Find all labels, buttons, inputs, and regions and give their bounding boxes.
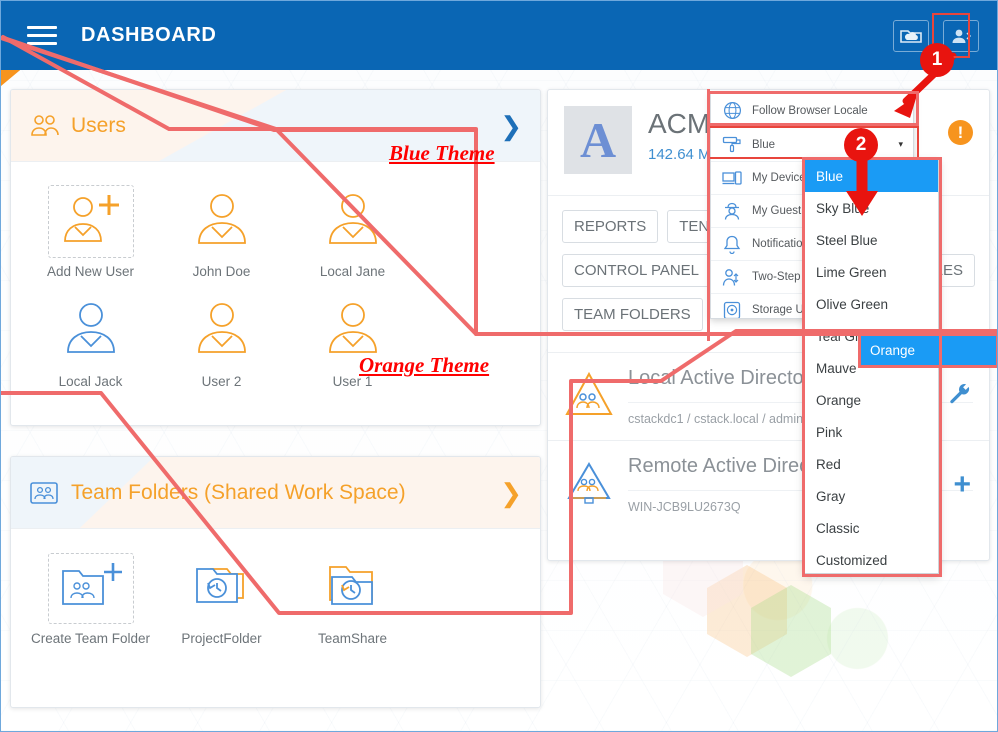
team-folders-panel-title: Team Folders (Shared Work Space) xyxy=(71,480,406,504)
team-folders-panel: Team Folders (Shared Work Space) ❯ Creat… xyxy=(10,456,541,708)
theme-option-customized[interactable]: Customized xyxy=(805,544,938,573)
users-panel-expand-chevron[interactable]: ❯ xyxy=(500,113,522,139)
menu-item-theme[interactable]: Blue ▾ xyxy=(711,128,913,162)
plus-icon[interactable]: + xyxy=(953,468,971,502)
tile-user-2[interactable]: User 2 xyxy=(156,286,287,396)
tenant-logo: A xyxy=(564,106,632,174)
theme-option-blue[interactable]: Blue xyxy=(805,160,938,192)
annotation-label-blue-theme: Blue Theme xyxy=(389,141,495,165)
tile-create-team-folder[interactable]: Create Team Folder xyxy=(25,543,156,653)
tile-label: Add New User xyxy=(46,264,135,279)
annotation-label-orange-theme: Orange Theme xyxy=(359,353,490,377)
user-icon xyxy=(191,298,253,363)
users-group-icon xyxy=(29,113,61,139)
remote-ad-icon xyxy=(564,458,614,511)
folder-history-icon xyxy=(191,557,253,620)
theme-option-lime-green[interactable]: Lime Green xyxy=(805,256,938,288)
paint-roller-icon xyxy=(721,135,743,155)
team-folders-tile-grid: Create Team Folder ProjectFolder TeamSha… xyxy=(11,529,540,659)
devices-icon xyxy=(721,168,743,188)
theme-option-orange-highlighted[interactable]: Orange xyxy=(859,335,997,366)
tile-label: Local Jack xyxy=(58,373,123,389)
users-panel-title: Users xyxy=(71,113,126,137)
team-folders-panel-header[interactable]: Team Folders (Shared Work Space) ❯ xyxy=(11,457,540,529)
bell-icon xyxy=(721,234,743,254)
user-icon xyxy=(191,189,253,254)
storage-usage-icon xyxy=(721,300,743,318)
team-folders-expand-chevron[interactable]: ❯ xyxy=(500,480,522,506)
theme-dropdown-list: Blue Sky Blue Steel Blue Lime Green Oliv… xyxy=(804,159,939,574)
guest-user-icon xyxy=(721,201,743,221)
menu-item-label: Follow Browser Locale xyxy=(752,104,868,117)
local-ad-icon xyxy=(564,370,614,423)
warning-exclamation-icon[interactable]: ! xyxy=(948,120,973,145)
theme-option-red[interactable]: Red xyxy=(805,448,938,480)
tile-label: John Doe xyxy=(192,264,251,279)
menu-item-locale[interactable]: Follow Browser Locale ▾ xyxy=(711,94,913,128)
tile-projectfolder[interactable]: ProjectFolder xyxy=(156,543,287,653)
folder-history-icon xyxy=(322,557,384,620)
control-panel-button[interactable]: CONTROL PANEL xyxy=(562,254,712,287)
tile-add-new-user[interactable]: Add New User xyxy=(25,176,156,286)
tile-label: TeamShare xyxy=(317,631,388,646)
tile-local-jane[interactable]: Local Jane xyxy=(287,176,418,286)
theme-option-classic[interactable]: Classic xyxy=(805,512,938,544)
theme-option-steel-blue[interactable]: Steel Blue xyxy=(805,224,938,256)
callout-marker-1: 1 xyxy=(920,43,954,77)
application-window: DASHBOARD Users ❯ Add New User John Doe … xyxy=(0,0,998,732)
chevron-down-icon[interactable]: ▾ xyxy=(898,105,903,116)
user-icon xyxy=(322,189,384,254)
chevron-down-icon[interactable]: ▾ xyxy=(898,139,903,150)
menu-item-label: My Devices xyxy=(752,172,812,184)
tile-john-doe[interactable]: John Doe xyxy=(156,176,287,286)
add-user-icon xyxy=(47,184,134,258)
theme-option-orange[interactable]: Orange xyxy=(805,384,938,416)
reports-button[interactable]: REPORTS xyxy=(562,210,659,243)
cloud-folder-icon[interactable] xyxy=(893,19,929,52)
top-app-bar: DASHBOARD xyxy=(1,1,997,70)
page-title: DASHBOARD xyxy=(81,24,217,46)
theme-option-sky-blue[interactable]: Sky Blue xyxy=(805,192,938,224)
callout-marker-2: 2 xyxy=(844,128,878,162)
tile-label: Create Team Folder xyxy=(30,631,151,646)
theme-option-gray[interactable]: Gray xyxy=(805,480,938,512)
wrench-icon[interactable] xyxy=(949,382,971,411)
menu-item-label: Blue xyxy=(752,138,776,151)
theme-option-pink[interactable]: Pink xyxy=(805,416,938,448)
tile-label: User 2 xyxy=(201,373,242,389)
tile-label: Local Jane xyxy=(319,264,386,279)
two-step-verification-icon xyxy=(721,267,743,287)
globe-icon xyxy=(721,101,743,121)
create-team-folder-icon xyxy=(47,552,134,624)
tile-user-1[interactable]: User 1 xyxy=(287,286,418,396)
tile-teamshare[interactable]: TeamShare xyxy=(287,543,418,653)
tile-label: ProjectFolder xyxy=(181,631,262,646)
team-folders-button[interactable]: TEAM FOLDERS xyxy=(562,298,703,331)
user-icon xyxy=(60,298,122,363)
theme-option-olive-green[interactable]: Olive Green xyxy=(805,288,938,320)
tile-local-jack[interactable]: Local Jack xyxy=(25,286,156,396)
hamburger-icon[interactable] xyxy=(27,21,57,50)
team-folder-icon xyxy=(29,480,61,506)
